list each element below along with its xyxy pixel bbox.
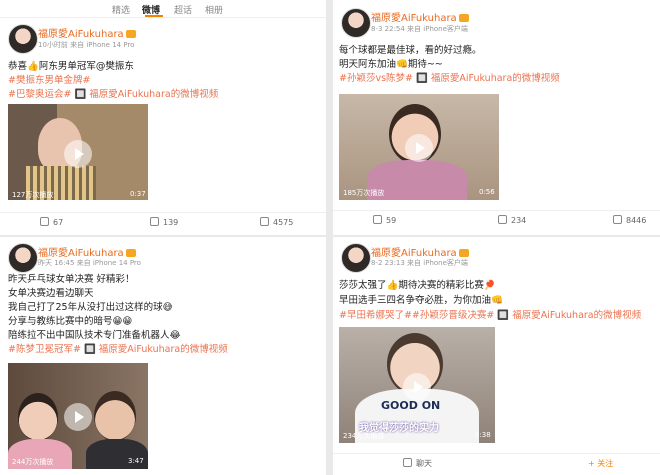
- tab-album[interactable]: 相册: [205, 3, 223, 16]
- vip-badge-icon: [458, 249, 469, 257]
- action-bar: 聊天 + 关注: [333, 453, 660, 473]
- thumbs-up-icon: [260, 217, 269, 226]
- person-left-shape: [18, 393, 58, 441]
- repost-icon: [40, 217, 49, 226]
- shirt-logo-text: GOOD ON: [381, 399, 441, 412]
- thumbs-up-icon: [613, 215, 622, 224]
- post-text-line: 陪练拉不出中国队技术专门准备机器人😂: [8, 330, 181, 341]
- post-text-line: 每个球都是最佳球，看的好过瘾。: [339, 45, 482, 56]
- weibo-post-2: 福原愛AiFukuhara 8-3 22:54 来自 iPhone客户端 每个球…: [333, 0, 660, 235]
- weibo-post-3: 福原愛AiFukuhara 昨天 16:45 来自 iPhone 14 Pro …: [0, 237, 326, 475]
- like-button[interactable]: 4575: [260, 217, 293, 227]
- action-bar: 67 139 4575: [0, 212, 326, 232]
- hashtag-link[interactable]: #陈梦卫冕冠军# 🔲 福原愛AiFukuhara的微博视频: [8, 341, 228, 355]
- screenshot-collage: 精选 微博 超话 相册 福原愛AiFukuhara 10小时前 来自 iPhon…: [0, 0, 660, 475]
- post-text-line: 莎莎太强了👍期待决赛的精彩比赛🏓: [339, 280, 496, 291]
- video-thumbnail[interactable]: 185万次播放 0:56: [339, 94, 499, 200]
- post-text-line: 早田选手三四名争夺必胜，为你加油👊: [339, 295, 503, 306]
- post-text-line: 分享与教练比赛中的暗号😁😁: [8, 316, 133, 327]
- comment-button[interactable]: 234: [498, 215, 526, 225]
- video-thumbnail[interactable]: GOOD ON 我觉得莎莎的实力 234万次播放 0:38: [339, 327, 495, 443]
- video-thumbnail[interactable]: 127万次播放 0:37: [8, 104, 148, 200]
- post-text-line: 恭喜👍阿东男单冠军@樊振东: [8, 61, 134, 72]
- username[interactable]: 福原愛AiFukuhara: [38, 25, 136, 40]
- play-icon[interactable]: [405, 134, 433, 162]
- post-text-line: 明天阿东加油👊期待~~: [339, 59, 443, 70]
- username[interactable]: 福原愛AiFukuhara: [38, 244, 136, 259]
- tab-supertopic[interactable]: 超话: [174, 3, 192, 16]
- post-meta: 8-3 22:54 来自 iPhone客户端: [371, 25, 468, 33]
- video-duration: 0:56: [479, 188, 495, 196]
- view-count: 234万次播放: [343, 432, 385, 440]
- avatar[interactable]: [8, 24, 38, 54]
- video-duration: 0:37: [130, 190, 146, 198]
- chat-icon: [403, 458, 412, 467]
- weibo-post-4: 福原愛AiFukuhara 8-2 23:13 来自 iPhone客户端 莎莎太…: [333, 237, 660, 475]
- follow-button[interactable]: + 关注: [588, 458, 613, 469]
- comment-button[interactable]: 139: [150, 217, 178, 227]
- post-meta: 昨天 16:45 来自 iPhone 14 Pro: [38, 259, 141, 267]
- active-tab-indicator: [145, 15, 163, 17]
- video-duration: 0:38: [475, 431, 491, 439]
- post-text-line: 昨天乒乓球女单决赛 好精彩！: [8, 274, 135, 285]
- comment-icon: [498, 215, 507, 224]
- post-meta: 10小时前 来自 iPhone 14 Pro: [38, 41, 135, 49]
- vip-badge-icon: [458, 14, 469, 22]
- repost-button[interactable]: 67: [40, 217, 63, 227]
- username[interactable]: 福原愛AiFukuhara: [371, 244, 469, 259]
- like-button[interactable]: 8446: [613, 215, 646, 225]
- avatar[interactable]: [341, 8, 371, 38]
- tab-featured[interactable]: 精选: [112, 3, 130, 16]
- play-icon[interactable]: [64, 140, 92, 168]
- person-right-shape: [94, 391, 136, 441]
- view-count: 244万次播放: [12, 458, 54, 466]
- action-bar: 59 234 8446: [333, 210, 660, 230]
- vip-badge-icon: [125, 30, 136, 38]
- video-thumbnail[interactable]: 244万次播放 3:47: [8, 363, 148, 469]
- view-count: 185万次播放: [343, 189, 385, 197]
- hashtag-link[interactable]: #孙颖莎vs陈梦# 🔲 福原愛AiFukuhara的微博视频: [339, 70, 560, 84]
- view-count: 127万次播放: [12, 191, 54, 199]
- hashtag-link[interactable]: #樊振东男单金牌#: [8, 72, 90, 86]
- username[interactable]: 福原愛AiFukuhara: [371, 9, 469, 24]
- repost-button[interactable]: 59: [373, 215, 396, 225]
- avatar[interactable]: [341, 243, 371, 273]
- chat-button[interactable]: 聊天: [403, 458, 432, 469]
- hashtag-link[interactable]: #早田希娜哭了##孙颖莎晋级决赛# 🔲 福原愛AiFukuhara的微博视频: [339, 307, 641, 321]
- post-meta: 8-2 23:13 来自 iPhone客户端: [371, 259, 468, 267]
- weibo-post-1: 精选 微博 超话 相册 福原愛AiFukuhara 10小时前 来自 iPhon…: [0, 0, 326, 235]
- post-text-line: 女单决赛边看边聊天: [8, 288, 94, 299]
- vip-badge-icon: [125, 249, 136, 257]
- play-icon[interactable]: [403, 373, 431, 401]
- post-text-line: 我自己打了25年从没打出过这样的球😅: [8, 302, 173, 313]
- hashtag-link[interactable]: #巴黎奥运会# 🔲 福原愛AiFukuhara的微博视频: [8, 86, 218, 100]
- profile-tabs: 精选 微博 超话 相册: [0, 0, 326, 18]
- avatar[interactable]: [8, 243, 38, 273]
- comment-icon: [150, 217, 159, 226]
- play-icon[interactable]: [64, 403, 92, 431]
- video-duration: 3:47: [128, 457, 144, 465]
- repost-icon: [373, 215, 382, 224]
